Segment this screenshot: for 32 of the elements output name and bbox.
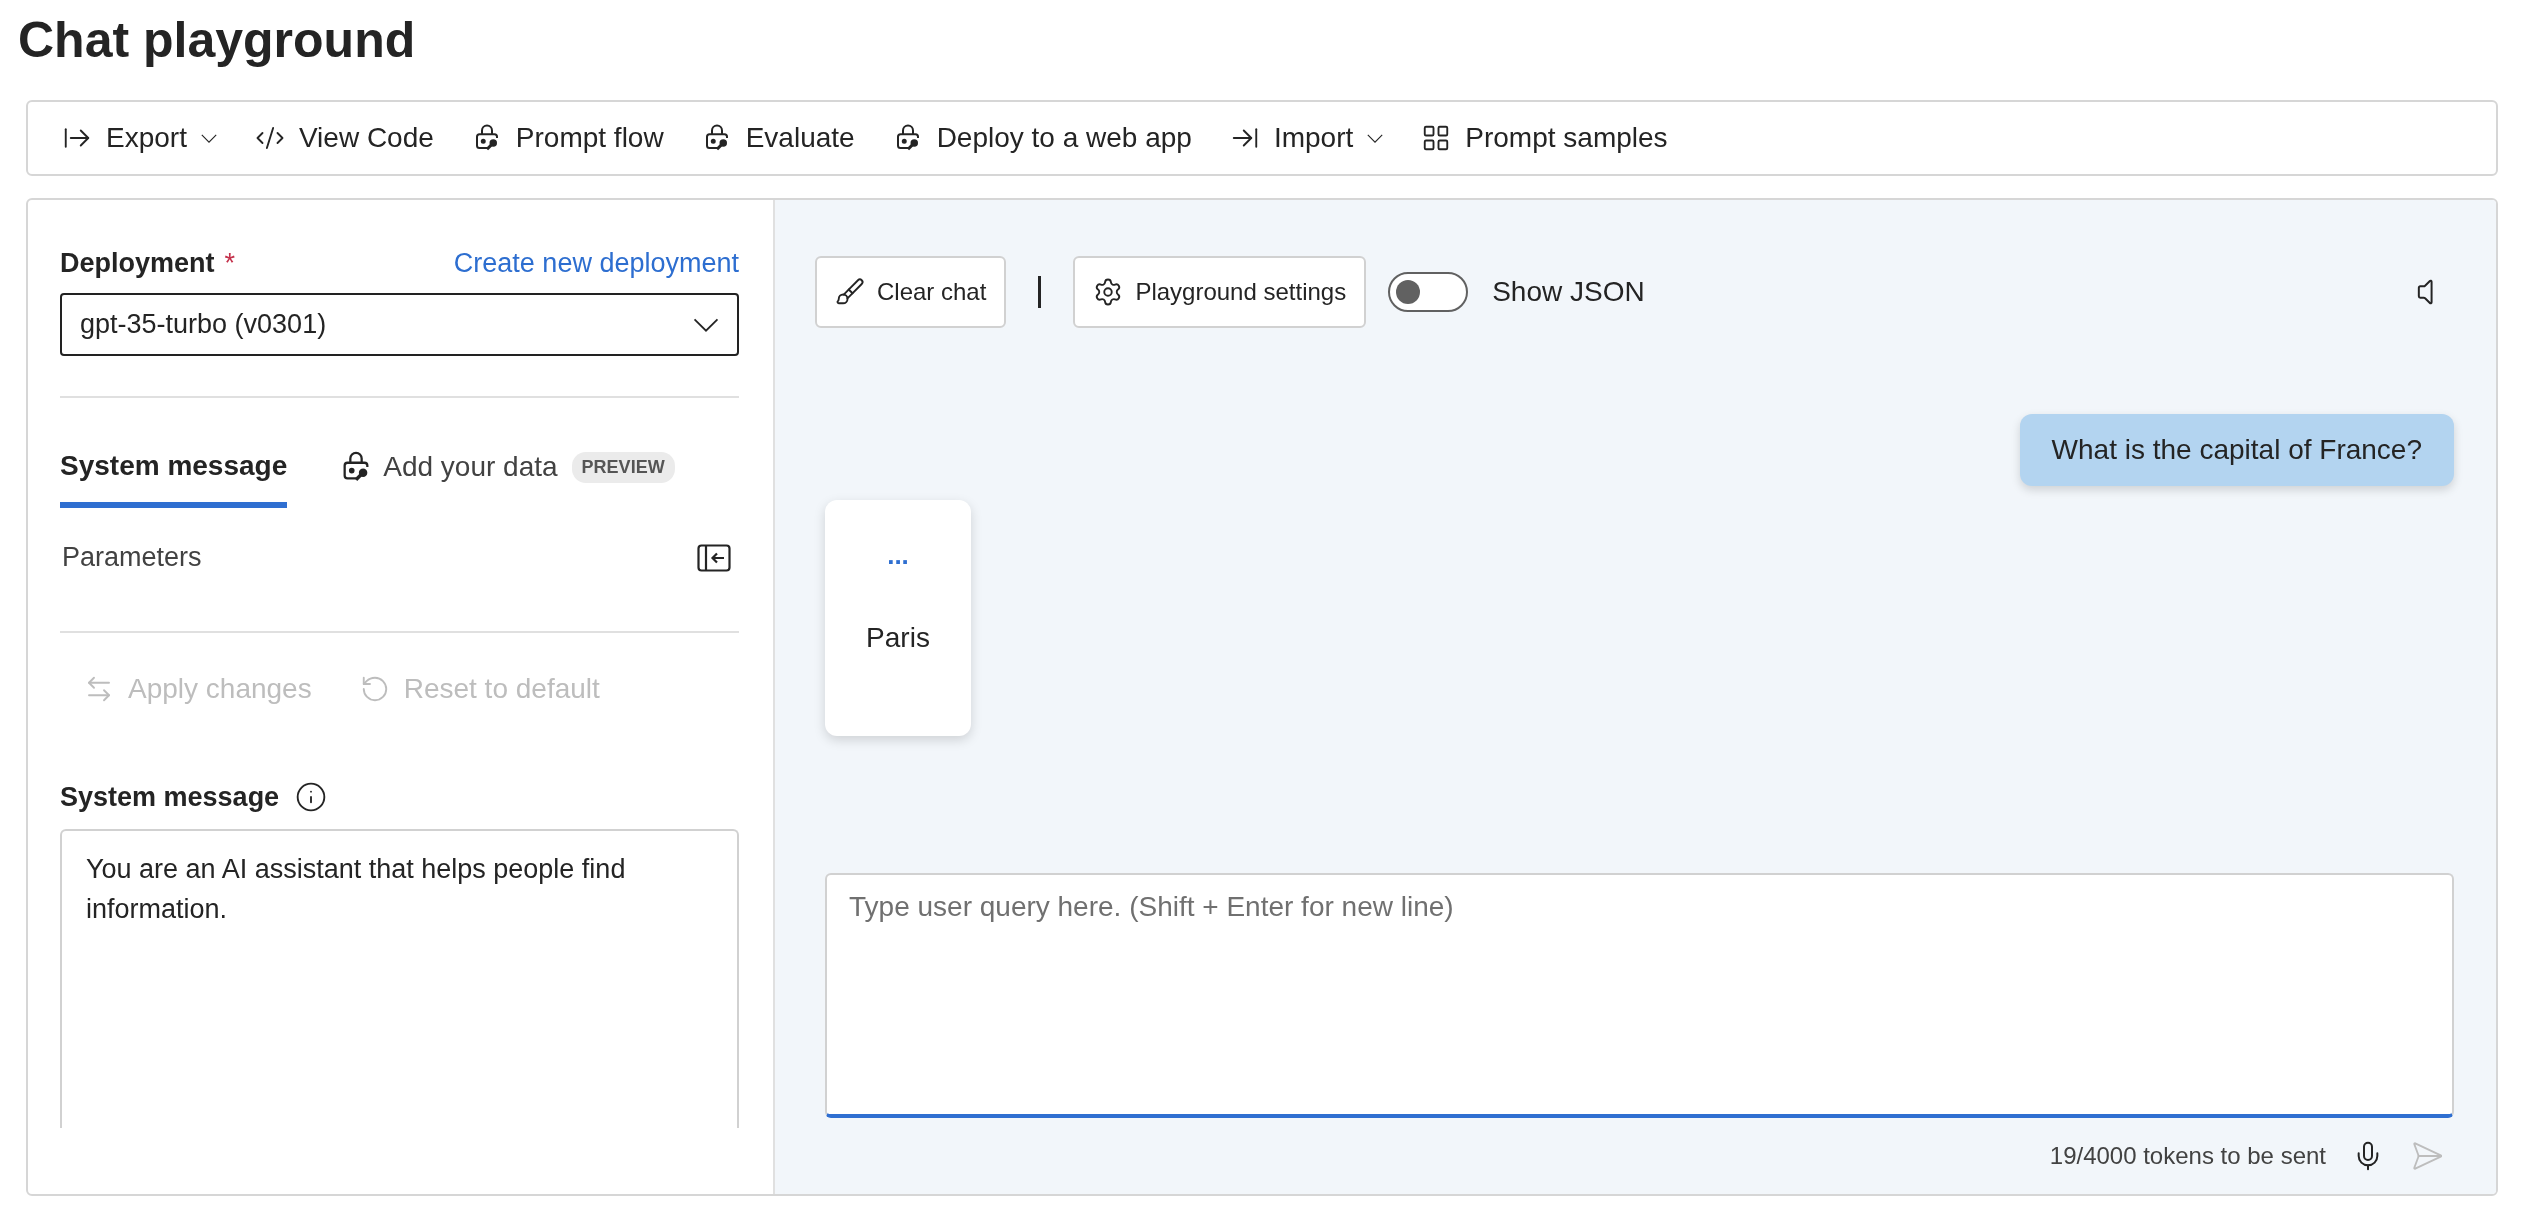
required-mark: * — [224, 248, 236, 278]
tab[interactable]: Add your data PREVIEW — [339, 450, 675, 508]
toggle-switch[interactable] — [1388, 272, 1469, 312]
deployment-dropdown[interactable]: gpt-35-turbo (v0301) — [60, 293, 739, 356]
token-count: 19/4000 tokens to be sent — [2049, 1142, 2326, 1170]
chevron-down-icon — [693, 317, 719, 332]
collapse-panel-icon[interactable] — [697, 543, 731, 572]
chevron-down-icon — [200, 133, 217, 143]
playground-settings-button[interactable]: Playground settings — [1073, 256, 1367, 328]
toolbar-button[interactable]: Deploy to a web app — [886, 114, 1198, 162]
assistant-message-text: Paris — [866, 622, 930, 654]
query-input-field[interactable]: Type user query here. (Shift + Enter for new line) — [825, 873, 2454, 1118]
user-message-bubble: What is the capital of France? — [2019, 414, 2454, 486]
brush-icon — [835, 277, 865, 307]
parameters-label: Parameters — [62, 542, 202, 573]
tab[interactable]: System message — [60, 450, 288, 508]
toolbar-button[interactable]: Import — [1223, 114, 1390, 162]
preview-badge: PREVIEW — [571, 451, 675, 483]
info-icon[interactable] — [295, 781, 328, 813]
page-title: Chat playground — [18, 11, 416, 70]
toggle-label: Show JSON — [1492, 276, 1645, 308]
clear-chat-button[interactable]: Clear chat — [815, 256, 1007, 328]
chevron-down-icon — [1367, 133, 1384, 143]
toolbar-button[interactable]: Prompt samples — [1415, 114, 1674, 162]
toolbar-button[interactable]: Evaluate — [695, 114, 861, 162]
deployment-label: Deployment — [60, 248, 215, 278]
system-message-field[interactable]: You are an AI assistant that helps people find information. — [60, 829, 739, 1128]
toolbar-button[interactable]: Export — [56, 114, 223, 162]
create-deployment-link[interactable]: Create new deployment — [453, 248, 739, 279]
toolbar-button[interactable]: Prompt flow — [465, 114, 670, 162]
toolbar-button[interactable]: View Code — [248, 114, 440, 162]
system-message-label: System message — [60, 781, 280, 813]
